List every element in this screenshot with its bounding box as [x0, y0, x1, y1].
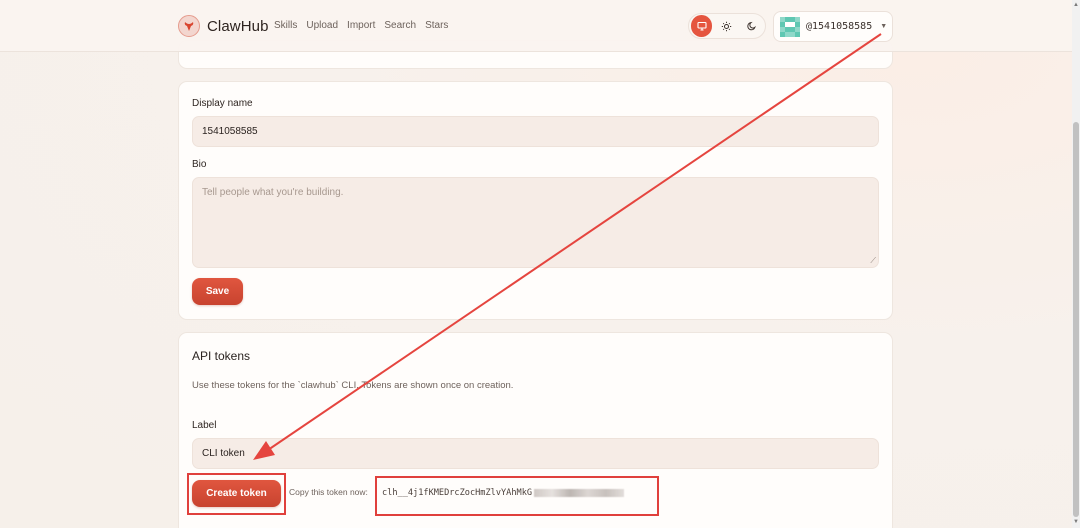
sun-icon[interactable] — [716, 15, 737, 37]
theme-switcher — [688, 13, 766, 39]
token-label-label: Label — [192, 420, 217, 431]
brand[interactable]: ClawHub — [178, 15, 269, 37]
highlight-create-token — [187, 473, 286, 515]
highlight-token-value — [375, 476, 659, 516]
display-name-input[interactable]: 1541058585 — [192, 116, 879, 147]
main-nav: Skills Upload Import Search Stars — [274, 20, 448, 31]
nav-search[interactable]: Search — [384, 20, 416, 31]
resize-handle-icon[interactable]: ⟋ — [870, 257, 876, 265]
save-button[interactable]: Save — [192, 278, 243, 305]
user-menu[interactable]: @1541058585 ▼ — [773, 11, 893, 42]
moon-icon[interactable] — [742, 15, 763, 37]
copy-token-prompt: Copy this token now: — [289, 487, 368, 497]
section-title: API tokens — [192, 349, 251, 363]
avatar — [780, 16, 800, 37]
display-name-label: Display name — [192, 98, 253, 109]
scroll-down-icon[interactable]: ▼ — [1073, 519, 1079, 525]
bio-placeholder: Tell people what you're building. — [202, 187, 344, 198]
bio-textarea[interactable]: Tell people what you're building. ⟋ — [192, 177, 879, 268]
chevron-down-icon: ▼ — [880, 23, 888, 30]
nav-import[interactable]: Import — [347, 20, 375, 31]
scrollbar-thumb[interactable] — [1073, 122, 1079, 517]
lobster-logo-icon — [178, 15, 200, 37]
profile-card: Display name 1541058585 Bio Tell people … — [178, 81, 893, 320]
nav-upload[interactable]: Upload — [306, 20, 338, 31]
token-label-input[interactable]: CLI token — [192, 438, 879, 469]
app-name: ClawHub — [207, 17, 269, 35]
tokens-description: Use these tokens for the `clawhub` CLI. … — [192, 380, 514, 391]
scroll-up-icon[interactable]: ▲ — [1073, 2, 1079, 8]
nav-skills[interactable]: Skills — [274, 20, 297, 31]
nav-stars[interactable]: Stars — [425, 20, 448, 31]
monitor-icon[interactable] — [691, 15, 713, 37]
username: @1541058585 — [806, 21, 873, 32]
bio-label: Bio — [192, 159, 207, 170]
top-navigation-bar: ClawHub Skills Upload Import Search Star… — [0, 0, 1072, 52]
